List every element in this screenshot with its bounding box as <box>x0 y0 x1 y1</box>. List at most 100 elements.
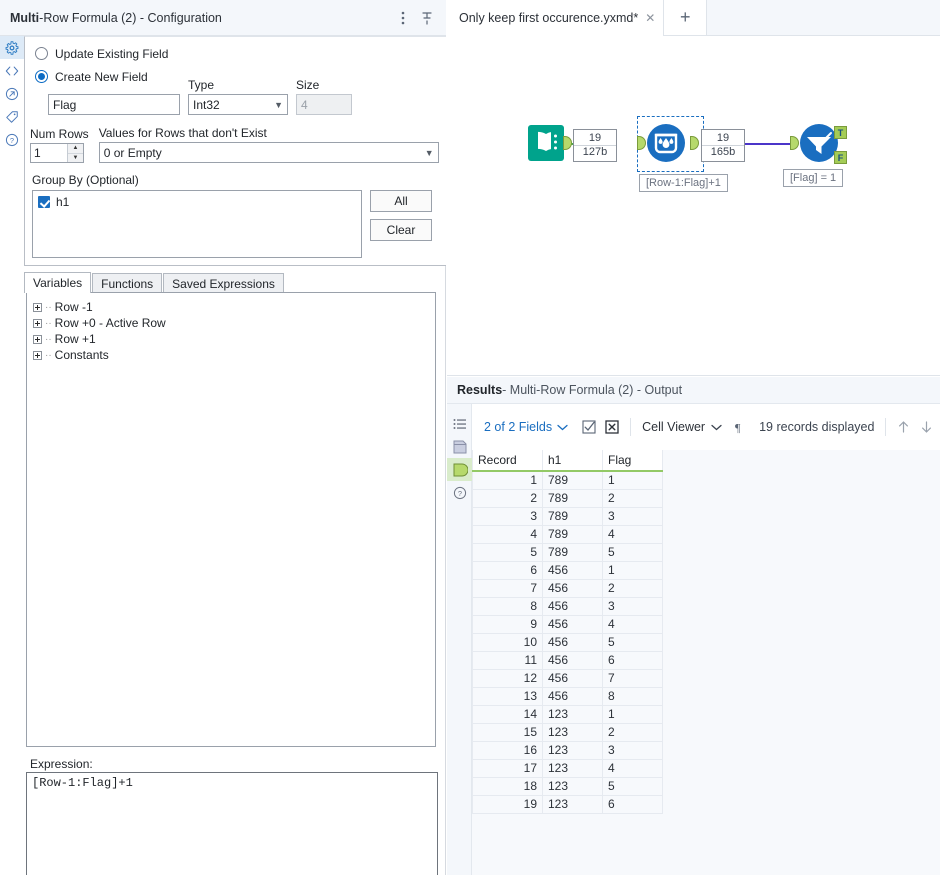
cell-record[interactable]: 16 <box>472 741 543 760</box>
cell-h1[interactable]: 123 <box>542 795 603 814</box>
table-row[interactable]: 4 789 4 <box>472 525 663 544</box>
expression-input[interactable]: [Row-1:Flag]+1 <box>26 772 438 875</box>
cell-flag[interactable]: 3 <box>602 507 663 526</box>
table-row[interactable]: 1 789 1 <box>472 471 663 490</box>
type-select[interactable]: Int32 ▼ <box>188 94 288 115</box>
gear-icon[interactable] <box>0 36 24 59</box>
table-row[interactable]: 2 789 2 <box>472 489 663 508</box>
cell-flag[interactable]: 1 <box>602 561 663 580</box>
cell-flag[interactable]: 1 <box>602 471 663 490</box>
arrow-down-icon[interactable] <box>920 420 933 434</box>
cell-record[interactable]: 12 <box>472 669 543 688</box>
cell-h1[interactable]: 123 <box>542 723 603 742</box>
table-row[interactable]: 10 456 5 <box>472 633 663 652</box>
results-table-container[interactable]: Record h1 Flag 1 789 1 2 789 2 3 789 3 4 789 4 5 789 5… <box>472 450 940 875</box>
table-row[interactable]: 5 789 5 <box>472 543 663 562</box>
cell-h1[interactable]: 789 <box>542 543 603 562</box>
cell-flag[interactable]: 5 <box>602 633 663 652</box>
radio-update-existing-field[interactable]: Update Existing Field <box>35 44 446 63</box>
pin-icon[interactable] <box>416 7 438 29</box>
cell-h1[interactable]: 456 <box>542 633 603 652</box>
stepper-up-icon[interactable]: ▲ <box>68 144 83 154</box>
cell-record[interactable]: 13 <box>472 687 543 706</box>
table-row[interactable]: 16 123 3 <box>472 741 663 760</box>
cell-record[interactable]: 6 <box>472 561 543 580</box>
table-row[interactable]: 18 123 5 <box>472 777 663 796</box>
table-row[interactable]: 12 456 7 <box>472 669 663 688</box>
cell-record[interactable]: 5 <box>472 543 543 562</box>
cell-flag[interactable]: 4 <box>602 525 663 544</box>
cell-h1[interactable]: 123 <box>542 741 603 760</box>
tab-functions[interactable]: Functions <box>92 273 163 293</box>
cell-record[interactable]: 4 <box>472 525 543 544</box>
table-row[interactable]: 13 456 8 <box>472 687 663 706</box>
group-by-list[interactable]: h1 <box>32 190 362 258</box>
fields-selector[interactable]: 2 of 2 Fields <box>484 420 568 434</box>
cell-h1[interactable]: 123 <box>542 759 603 778</box>
tab-saved-expressions[interactable]: Saved Expressions <box>163 273 284 293</box>
cell-flag[interactable]: 8 <box>602 687 663 706</box>
cell-flag[interactable]: 1 <box>602 705 663 724</box>
cell-flag[interactable]: 6 <box>602 651 663 670</box>
tab-variables[interactable]: Variables <box>24 272 92 293</box>
checkbox-checked-icon[interactable] <box>582 420 596 434</box>
table-row[interactable]: 19 123 6 <box>472 795 663 814</box>
column-header-h1[interactable]: h1 <box>542 450 603 472</box>
cell-h1[interactable]: 789 <box>542 507 603 526</box>
column-header-record[interactable]: Record <box>472 450 543 472</box>
table-row[interactable]: 9 456 4 <box>472 615 663 634</box>
cell-flag[interactable]: 6 <box>602 795 663 814</box>
document-tab[interactable]: Only keep first occurence.yxmd* ✕ <box>447 0 665 36</box>
cell-record[interactable]: 19 <box>472 795 543 814</box>
help-icon[interactable]: ? <box>0 128 24 151</box>
checkbox-x-icon[interactable] <box>605 420 619 434</box>
num-rows-stepper[interactable]: 1 ▲ ▼ <box>30 143 84 163</box>
cell-record[interactable]: 3 <box>472 507 543 526</box>
filter-false-output-tag[interactable]: F <box>834 151 847 164</box>
cell-flag[interactable]: 2 <box>602 579 663 598</box>
metadata-icon[interactable] <box>447 435 472 458</box>
cell-record[interactable]: 11 <box>472 651 543 670</box>
list-item[interactable]: h1 <box>33 193 361 211</box>
output-anchor-icon[interactable] <box>447 458 472 481</box>
cell-h1[interactable]: 123 <box>542 705 603 724</box>
filter-true-output-tag[interactable]: T <box>834 126 847 139</box>
input-data-output-anchor[interactable] <box>563 136 572 150</box>
field-name-input[interactable]: Flag <box>48 94 180 115</box>
table-row[interactable]: 3 789 3 <box>472 507 663 526</box>
expand-plus-icon[interactable] <box>33 334 42 344</box>
cell-flag[interactable]: 3 <box>602 597 663 616</box>
cell-record[interactable]: 2 <box>472 489 543 508</box>
cell-h1[interactable]: 456 <box>542 561 603 580</box>
cell-record[interactable]: 9 <box>472 615 543 634</box>
list-icon[interactable] <box>447 412 472 435</box>
cell-h1[interactable]: 456 <box>542 615 603 634</box>
help-icon[interactable]: ? <box>447 481 472 504</box>
code-icon[interactable] <box>0 59 24 82</box>
cell-record[interactable]: 1 <box>472 471 543 490</box>
connection-formula-to-filter[interactable] <box>743 143 795 145</box>
cell-flag[interactable]: 2 <box>602 723 663 742</box>
table-row[interactable]: 7 456 2 <box>472 579 663 598</box>
cell-viewer-selector[interactable]: Cell Viewer <box>642 420 722 434</box>
table-row[interactable]: 11 456 6 <box>472 651 663 670</box>
tree-node-row-plus-1[interactable]: ·· Row +1 <box>33 331 435 347</box>
cell-record[interactable]: 8 <box>472 597 543 616</box>
close-icon[interactable]: ✕ <box>645 11 655 25</box>
cell-flag[interactable]: 7 <box>602 669 663 688</box>
cell-h1[interactable]: 456 <box>542 651 603 670</box>
tree-node-row-plus-0[interactable]: ·· Row +0 - Active Row <box>33 315 435 331</box>
arrow-up-icon[interactable] <box>897 420 910 434</box>
clear-button[interactable]: Clear <box>370 219 432 241</box>
input-data-tool[interactable] <box>525 122 567 164</box>
cell-h1[interactable]: 456 <box>542 687 603 706</box>
new-tab-button[interactable]: + <box>664 0 708 35</box>
checkbox-checked-icon[interactable] <box>38 196 50 208</box>
cell-flag[interactable]: 2 <box>602 489 663 508</box>
cell-record[interactable]: 10 <box>472 633 543 652</box>
tag-icon[interactable] <box>0 105 24 128</box>
cell-record[interactable]: 15 <box>472 723 543 742</box>
table-row[interactable]: 8 456 3 <box>472 597 663 616</box>
multi-row-formula-tool[interactable] <box>645 122 687 164</box>
cell-flag[interactable]: 5 <box>602 543 663 562</box>
